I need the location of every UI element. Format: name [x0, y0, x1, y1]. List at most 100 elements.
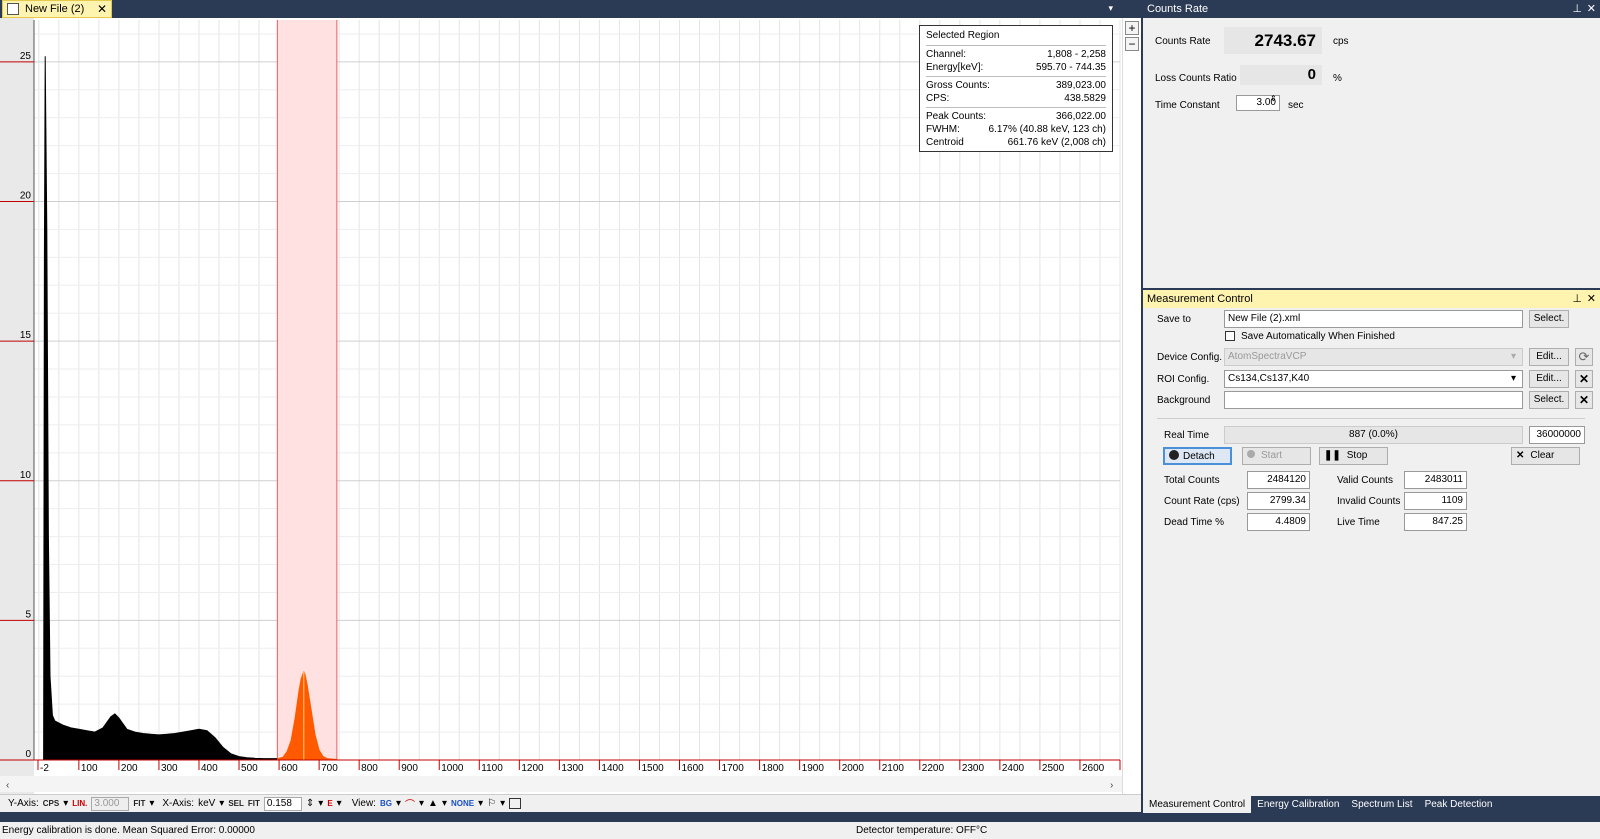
marker-icon[interactable]: ⚐ — [487, 798, 496, 809]
x-tick-label: 700 — [321, 763, 338, 774]
background-input[interactable] — [1224, 391, 1523, 409]
measurement-control-panel: Measurement Control ⊥ ✕ Save to New File… — [1143, 290, 1600, 796]
x-tick-label: 1600 — [682, 763, 705, 774]
chevron-down-icon: ▾ — [1511, 373, 1517, 384]
save-auto-checkbox[interactable] — [1225, 331, 1235, 341]
x-tick-label: 1200 — [521, 763, 544, 774]
dropdown-arrow-icon[interactable]: ▾ — [396, 798, 401, 809]
dropdown-arrow-icon[interactable]: ▾ — [318, 798, 323, 809]
tab-spectrum-list[interactable]: Spectrum List — [1345, 796, 1418, 813]
loss-counts-value: 0 — [1240, 65, 1322, 85]
clear-button[interactable]: ✕ Clear — [1511, 447, 1580, 465]
plot-toolbar: Y-Axis: CPS ▾ LIN. 3.000 FIT ▾ X-Axis: k… — [0, 794, 1141, 812]
dropdown-arrow-icon[interactable]: ▾ — [478, 798, 483, 809]
status-message: Energy calibration is done. Mean Squared… — [2, 825, 255, 836]
lin-toggle-button[interactable]: LIN. — [72, 799, 87, 808]
roi-config-label: ROI Config. — [1157, 374, 1210, 385]
real-time-input[interactable]: 36000000 — [1529, 426, 1585, 444]
horizontal-scrollbar — [0, 776, 1122, 792]
dropdown-arrow-icon[interactable]: ▾ — [219, 798, 224, 809]
refresh-icon[interactable]: ⟳ — [1575, 348, 1593, 366]
divider — [926, 45, 1106, 46]
stop-button[interactable]: ❚❚ Stop — [1319, 447, 1388, 465]
dropdown-arrow-icon[interactable]: ▾ — [500, 798, 505, 809]
counts-rate-unit: cps — [1333, 36, 1349, 47]
roi-clear-icon[interactable]: ✕ — [1575, 370, 1593, 388]
dropdown-arrow-icon[interactable]: ▾ — [442, 798, 447, 809]
valid-counts-label: Valid Counts — [1337, 475, 1393, 486]
loss-counts-unit: % — [1333, 73, 1342, 84]
background-view-button[interactable]: BG — [380, 799, 392, 808]
smoothing-button[interactable]: NONE — [451, 799, 474, 808]
background-clear-icon[interactable]: ✕ — [1575, 391, 1593, 409]
x-tick-label: 2300 — [962, 763, 985, 774]
tab-dropdown-icon[interactable]: ▾ — [1108, 3, 1113, 14]
fit-curve-icon[interactable]: ⌒ — [405, 796, 415, 811]
region-row-gross: Gross Counts: 389,023.00 — [926, 80, 1106, 91]
roi-config-edit-button[interactable]: Edit... — [1529, 370, 1569, 388]
dead-time-value: 4.4809 — [1247, 513, 1310, 531]
start-icon — [1247, 450, 1255, 458]
plot-vertical-scrollbar[interactable]: + − — [1122, 18, 1141, 794]
x-tick-label: 1800 — [762, 763, 785, 774]
yaxis-fit-button[interactable]: FIT — [133, 799, 145, 808]
x-tick-label: 400 — [201, 763, 218, 774]
x-tick-label: 1900 — [802, 763, 825, 774]
x-tick-label: 2000 — [842, 763, 865, 774]
region-row-channel: Channel: 1,808 - 2,258 — [926, 49, 1106, 60]
image-export-icon[interactable] — [509, 798, 522, 809]
selected-region-title: Selected Region — [926, 30, 1000, 41]
start-button[interactable]: Start — [1242, 447, 1311, 465]
invalid-counts-value: 1109 — [1404, 492, 1467, 510]
detach-button[interactable]: Detach — [1163, 447, 1232, 465]
y-tick-label: 20 — [20, 191, 32, 202]
yaxis-mode-dropdown[interactable]: CPS — [43, 799, 59, 808]
close-icon[interactable]: ✕ — [1587, 0, 1596, 18]
live-time-value: 847.25 — [1404, 513, 1467, 531]
x-tick-label: 800 — [361, 763, 378, 774]
background-select-button[interactable]: Select. — [1529, 391, 1569, 409]
dropdown-arrow-icon[interactable]: ▾ — [419, 798, 424, 809]
dropdown-arrow-icon[interactable]: ▾ — [149, 798, 154, 809]
device-config-label: Device Config. — [1157, 352, 1223, 363]
document-area: New File (2) ✕ ▾ 0 5 10 15 20 25 -2 100 200 300 40… — [0, 0, 1141, 812]
time-constant-unit: sec — [1288, 100, 1304, 111]
pin-icon[interactable]: ⊥ — [1572, 0, 1582, 18]
close-icon[interactable]: ✕ — [1587, 290, 1596, 308]
counts-rate-label: Counts Rate — [1155, 36, 1211, 47]
tab-energy-calibration[interactable]: Energy Calibration — [1251, 796, 1345, 813]
peak-shape-icon[interactable]: ▲ — [428, 798, 438, 809]
y-tick-label: 5 — [25, 609, 31, 620]
dead-time-label: Dead Time % — [1164, 517, 1225, 528]
count-rate-label: Count Rate (cps) — [1164, 496, 1240, 507]
save-to-select-button[interactable]: Select. — [1529, 310, 1569, 328]
tab-close-icon[interactable]: ✕ — [97, 2, 107, 16]
pause-icon: ❚❚ — [1324, 450, 1341, 461]
document-tab[interactable]: New File (2) ✕ — [2, 0, 112, 18]
xaxis-sel-button[interactable]: SEL — [228, 799, 244, 808]
tab-measurement-control[interactable]: Measurement Control — [1143, 796, 1252, 813]
dropdown-arrow-icon[interactable]: ▾ — [337, 798, 342, 809]
x-tick-label: 100 — [81, 763, 98, 774]
pin-icon[interactable]: ⊥ — [1572, 290, 1582, 308]
device-config-edit-button[interactable]: Edit... — [1529, 348, 1569, 366]
divider — [926, 107, 1106, 108]
spectrum-area — [38, 56, 279, 761]
zoom-in-button[interactable]: + — [1125, 21, 1139, 35]
tab-peak-detection[interactable]: Peak Detection — [1419, 796, 1499, 813]
yaxis-scale-input[interactable]: 3.000 — [91, 796, 130, 811]
zoom-out-button[interactable]: − — [1125, 37, 1139, 51]
xaxis-scale-input[interactable]: 0.158 — [263, 796, 302, 811]
device-config-select[interactable]: AtomSpectraVCP — [1224, 348, 1523, 366]
dropdown-arrow-icon[interactable]: ▾ — [63, 798, 68, 809]
counts-rate-panel: Counts Rate ⊥ ✕ Counts Rate 2743.67 cps … — [1143, 0, 1600, 288]
chevron-down-icon: ▾ — [1511, 351, 1517, 362]
spinner-icon[interactable]: ⇕ — [1270, 94, 1277, 103]
real-time-progress: 887 (0.0%) — [1224, 426, 1523, 444]
spinner-icon[interactable]: ⇕ — [306, 798, 314, 809]
save-to-input[interactable]: New File (2).xml — [1224, 310, 1523, 328]
energy-calibration-button[interactable]: E — [327, 799, 332, 808]
xaxis-fit-button[interactable]: FIT — [248, 799, 260, 808]
xaxis-unit-dropdown[interactable]: keV — [198, 798, 215, 809]
roi-config-select[interactable]: Cs134,Cs137,K40 — [1224, 370, 1523, 388]
